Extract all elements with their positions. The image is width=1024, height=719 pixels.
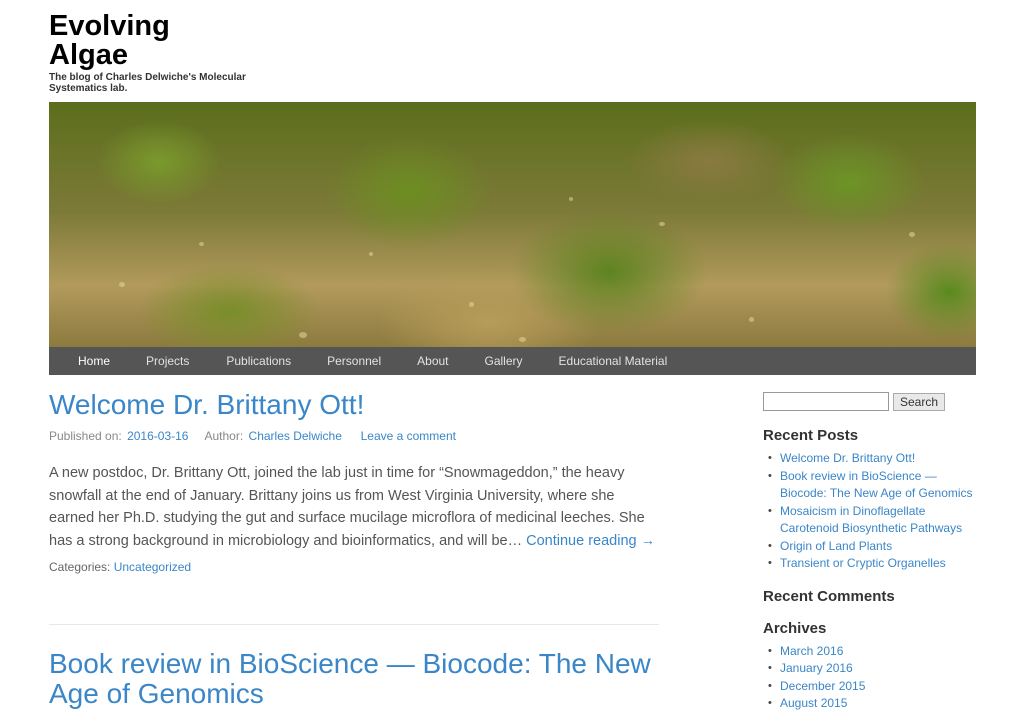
nav-item-gallery[interactable]: Gallery xyxy=(485,347,523,375)
nav-item-educational-material[interactable]: Educational Material xyxy=(559,347,668,375)
post-title-link[interactable]: Welcome Dr. Brittany Ott! xyxy=(49,389,364,420)
archive-link[interactable]: March 2016 xyxy=(780,644,843,658)
recent-post-link[interactable]: Origin of Land Plants xyxy=(780,539,892,553)
site-title-line2[interactable]: Algae xyxy=(49,41,170,70)
site-title[interactable]: Evolving Algae xyxy=(49,12,170,70)
archive-link[interactable]: August 2015 xyxy=(780,696,847,710)
archives-title: Archives xyxy=(763,619,827,637)
post-categories: Categories: Uncategorized xyxy=(49,560,659,574)
header-banner-image xyxy=(49,102,976,347)
archive-link[interactable]: December 2015 xyxy=(780,679,865,693)
post-title-link[interactable]: Book review in BioScience — Biocode: The… xyxy=(49,648,651,709)
post-book-review: Book review in BioScience — Biocode: The… xyxy=(49,649,659,709)
recent-comments-title: Recent Comments xyxy=(763,587,895,605)
category-link[interactable]: Uncategorized xyxy=(114,560,191,574)
categories-label: Categories: xyxy=(49,560,111,574)
recent-post-link[interactable]: Transient or Cryptic Organelles xyxy=(780,556,946,570)
archive-link[interactable]: January 2016 xyxy=(780,661,853,675)
post-meta: Published on: 2016-03-16 Author: Charles… xyxy=(49,428,659,444)
post-divider xyxy=(49,624,659,625)
leave-comment-link[interactable]: Leave a comment xyxy=(361,429,456,443)
site-description: The blog of Charles Delwiche's Molecular… xyxy=(49,72,246,94)
search-input[interactable] xyxy=(763,392,889,411)
search-button[interactable]: Search xyxy=(893,392,946,411)
post-author-link[interactable]: Charles Delwiche xyxy=(249,429,342,443)
recent-post-link[interactable]: Welcome Dr. Brittany Ott! xyxy=(780,451,915,465)
published-label: Published on: xyxy=(49,429,122,443)
nav-item-projects[interactable]: Projects xyxy=(146,347,189,375)
nav-item-personnel[interactable]: Personnel xyxy=(327,347,381,375)
post-excerpt: A new postdoc, Dr. Brittany Ott, joined … xyxy=(49,462,659,552)
archives-list: March 2016 January 2016 December 2015 Au… xyxy=(763,643,983,713)
search-form: Search xyxy=(763,392,983,411)
post-welcome: Welcome Dr. Brittany Ott! Published on: … xyxy=(49,389,659,575)
site-title-line1[interactable]: Evolving xyxy=(49,12,170,41)
recent-post-link[interactable]: Book review in BioScience — Biocode: The… xyxy=(780,469,973,501)
main-navigation: Home Projects Publications Personnel Abo… xyxy=(49,347,976,375)
nav-item-about[interactable]: About xyxy=(417,347,448,375)
nav-item-home[interactable]: Home xyxy=(78,347,110,375)
continue-reading-link[interactable]: Continue reading → xyxy=(526,533,655,549)
recent-posts-title: Recent Posts xyxy=(763,427,859,444)
sidebar: Search Recent Posts Welcome Dr. Brittany… xyxy=(763,392,983,713)
recent-post-link[interactable]: Mosaicism in Dinoflagellate Carotenoid B… xyxy=(780,504,962,536)
recent-posts-list: Welcome Dr. Brittany Ott! Book review in… xyxy=(763,450,983,573)
nav-item-publications[interactable]: Publications xyxy=(226,347,291,375)
author-label: Author: xyxy=(204,429,244,443)
post-date-link[interactable]: 2016-03-16 xyxy=(127,429,188,443)
